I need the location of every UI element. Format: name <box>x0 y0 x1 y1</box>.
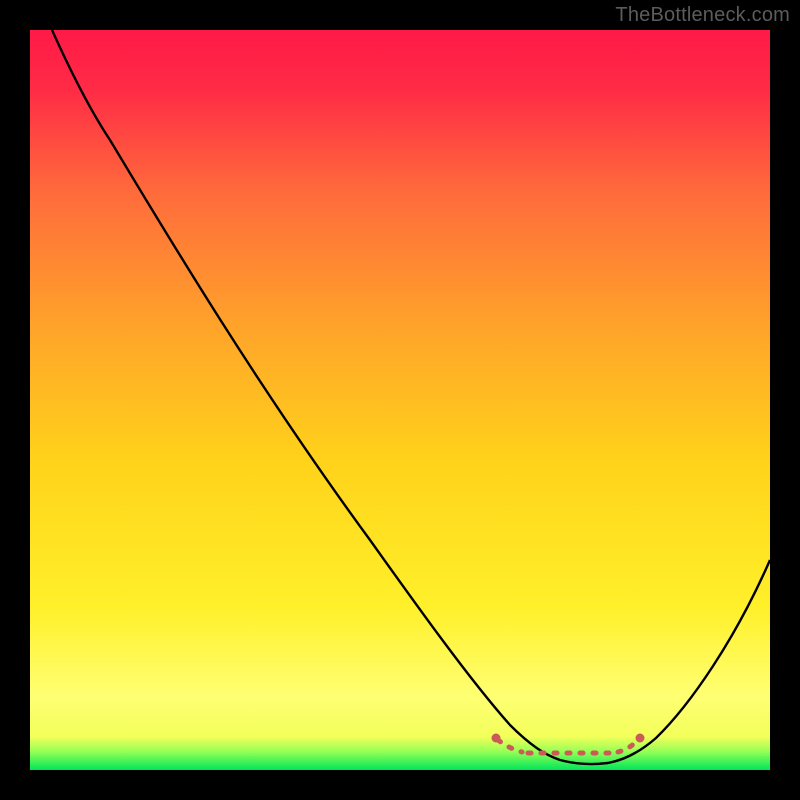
optimal-band-end-right <box>636 734 645 743</box>
chart-stage: TheBottleneck.com <box>0 0 800 800</box>
watermark-text: TheBottleneck.com <box>615 4 790 27</box>
optimal-band-end-left <box>492 734 501 743</box>
plot-background <box>30 30 770 770</box>
bottleneck-chart <box>0 0 800 800</box>
